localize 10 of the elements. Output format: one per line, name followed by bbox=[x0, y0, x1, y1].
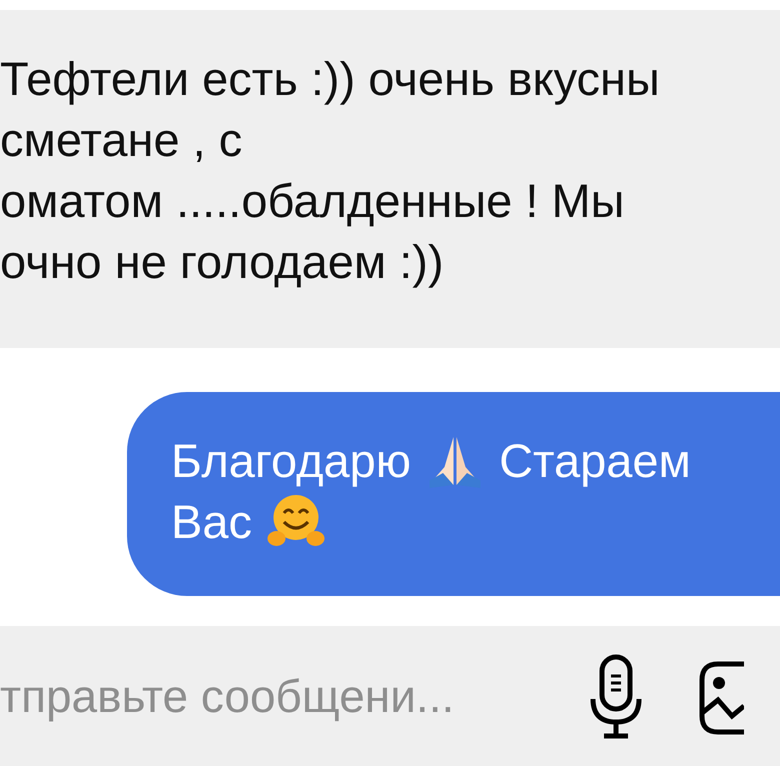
microphone-icon[interactable] bbox=[588, 654, 644, 740]
message-text: сметане , с bbox=[0, 112, 242, 168]
message-text: оматом .....обалденные ! Мы bbox=[0, 173, 624, 229]
message-text: Тефтели есть :)) очень вкусны bbox=[0, 51, 660, 107]
message-input[interactable]: тправьте сообщени... bbox=[0, 662, 540, 731]
message-text: Стараем bbox=[499, 433, 691, 489]
message-text: Вас bbox=[171, 494, 252, 550]
message-text: Благодарю bbox=[171, 433, 412, 489]
message-field[interactable]: тправьте сообщени... bbox=[0, 626, 780, 766]
message-text: очно не голодаем :)) bbox=[0, 234, 444, 290]
